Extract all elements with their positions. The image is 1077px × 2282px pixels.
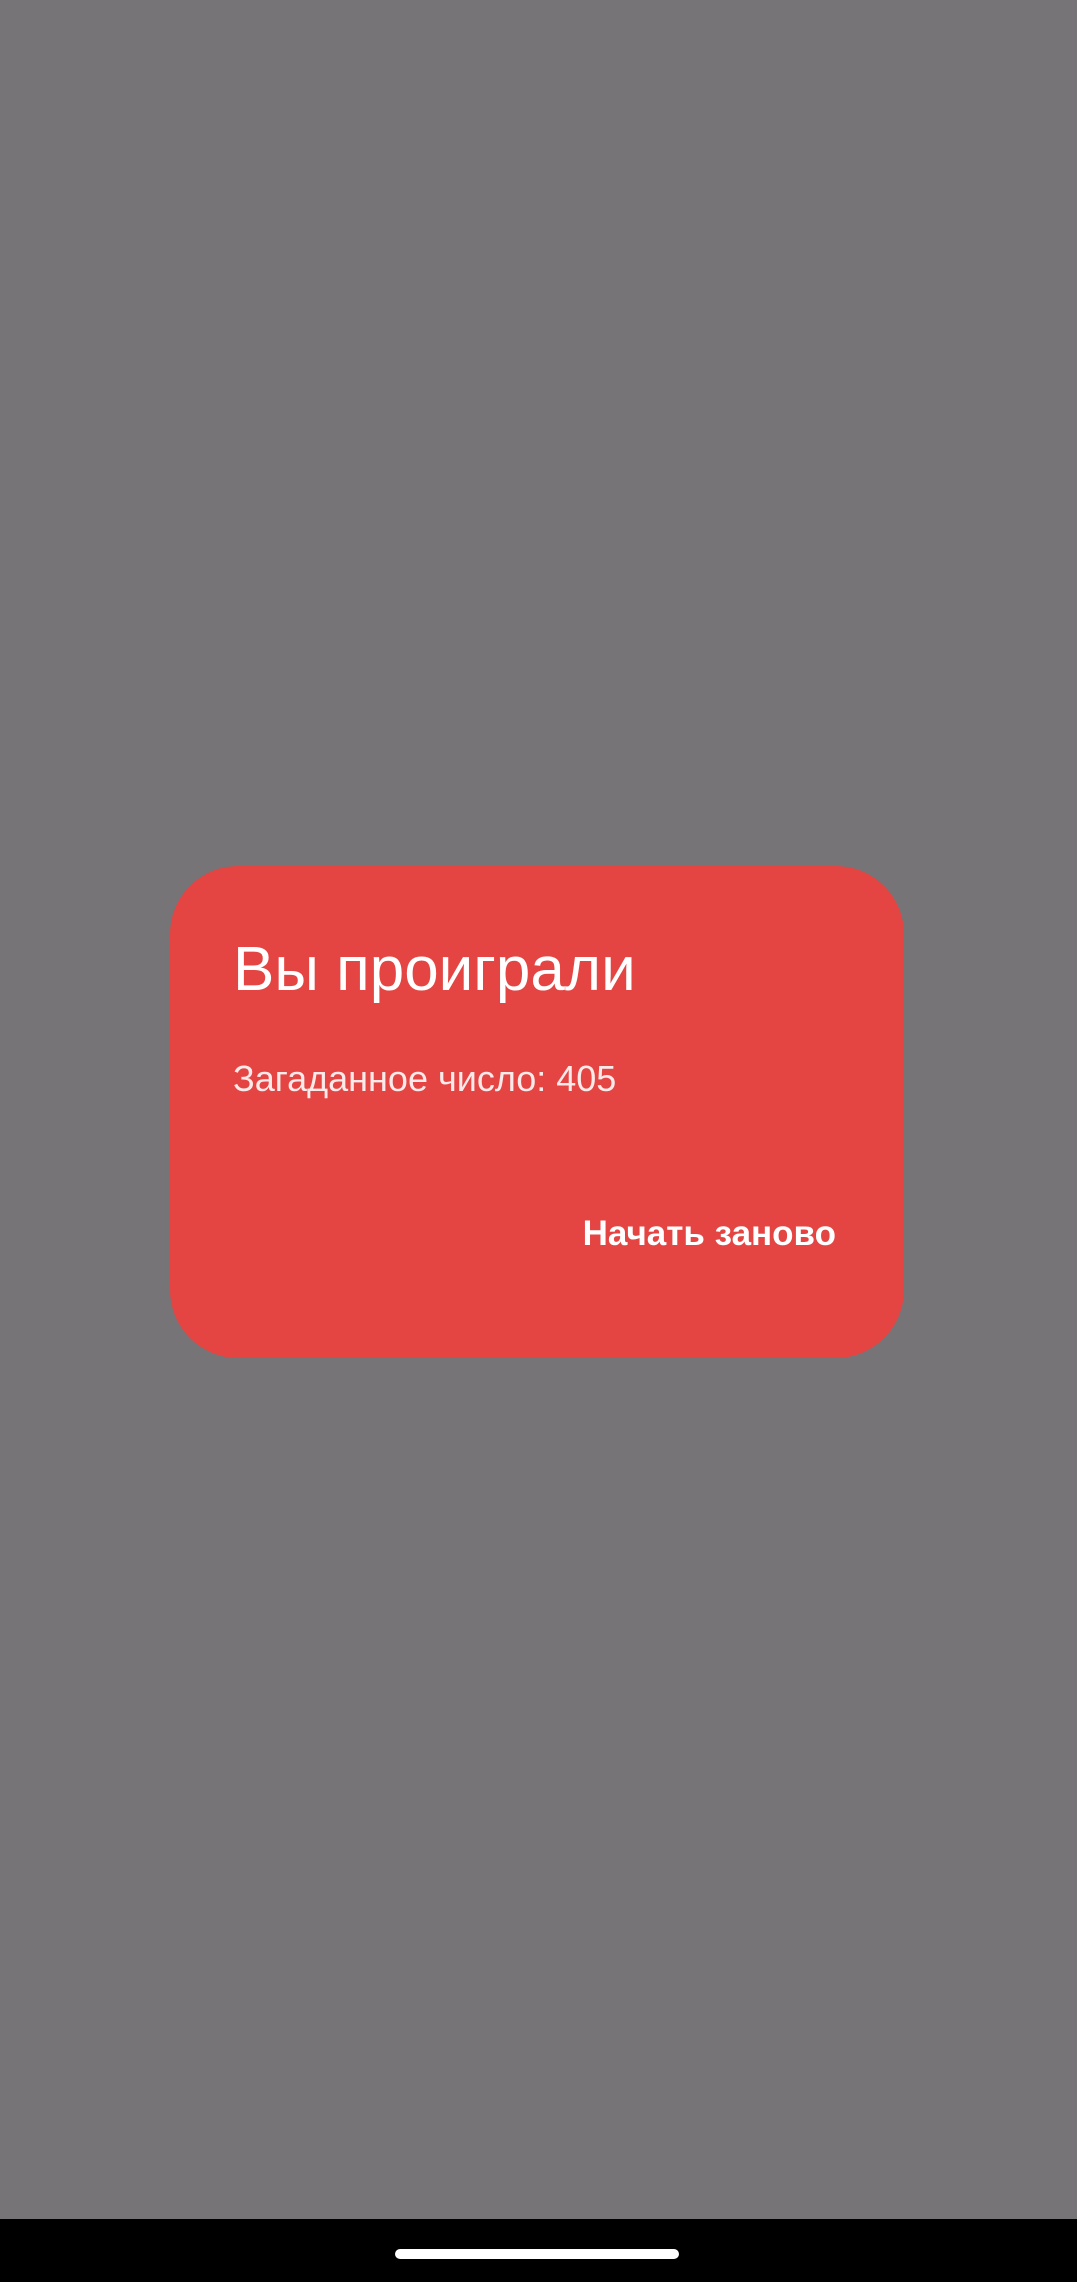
dialog-title: Вы проиграли <box>233 935 636 1004</box>
game-over-dialog: Вы проиграли Загаданное число: 405 Начат… <box>170 866 904 1358</box>
home-gesture-handle[interactable] <box>395 2249 679 2259</box>
dialog-message: Загаданное число: 405 <box>233 1058 617 1099</box>
restart-button[interactable]: Начать заново <box>577 1202 842 1266</box>
system-navigation-bar <box>0 2219 1077 2282</box>
